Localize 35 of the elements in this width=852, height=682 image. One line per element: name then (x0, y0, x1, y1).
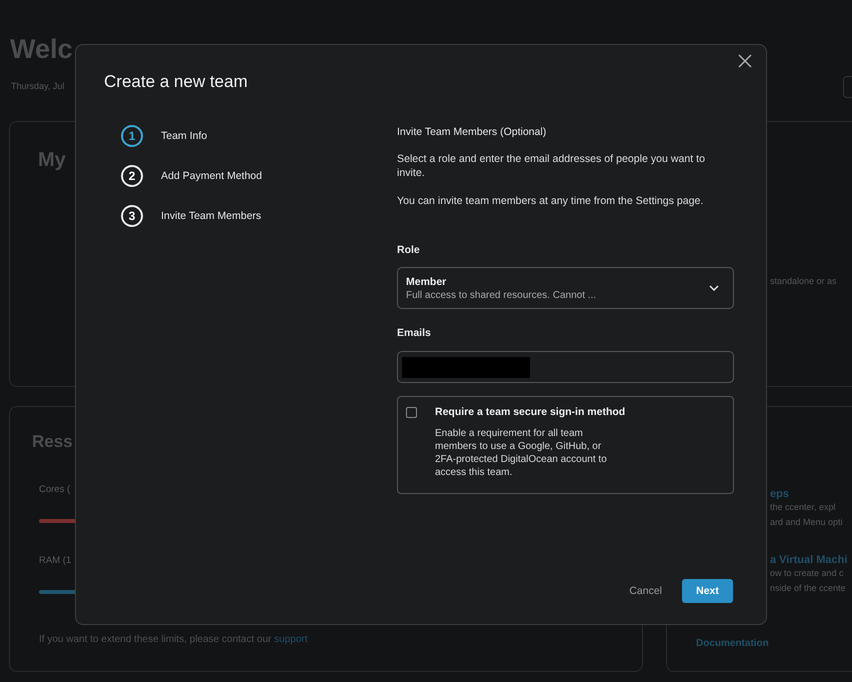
description-text: You can invite team members at any time from the Settings page. (397, 194, 704, 208)
doc-text: ow to create and c (770, 567, 844, 580)
doc-text: the ccenter, expl (770, 501, 836, 514)
cancel-button[interactable]: Cancel (623, 581, 668, 601)
next-button[interactable]: Next (682, 579, 733, 603)
emails-field[interactable] (397, 351, 734, 383)
meter-label: RAM (1 (39, 555, 72, 566)
role-value: Member (406, 276, 448, 288)
step-label[interactable]: Invite Team Members (161, 210, 262, 222)
chevron-icon (709, 285, 719, 291)
limits-note: If you want to extend these limits, please contact our support (39, 634, 308, 645)
card-text: standalone or as (770, 276, 837, 286)
step-number: 2 (121, 165, 143, 187)
card-title: My (38, 149, 66, 172)
role-select[interactable]: Member Full access to shared resources. Cannot ... (397, 267, 734, 309)
step-number: 3 (121, 205, 143, 227)
field-label: Role (397, 244, 421, 256)
date-text: Thursday, Jul (11, 81, 64, 91)
checkbox[interactable] (406, 407, 417, 418)
doc-text: ard and Menu opti (770, 516, 843, 529)
description-text: Select a role and enter the email addresses of people you want to invite. (397, 152, 706, 180)
meter-label: Cores ( (39, 484, 70, 495)
page-heading: Welc (10, 34, 73, 65)
doc-text: nside of the ccente (770, 582, 846, 595)
step-number: 1 (121, 125, 143, 147)
card-title: Ress (32, 432, 73, 452)
checkbox-label: Require a team secure sign-in method (435, 406, 626, 418)
role-description: Full access to shared resources. Cannot ... (406, 290, 596, 300)
step-label[interactable]: Team Info (161, 130, 208, 142)
checkbox-description: Enable a requirement for all team members to use a Google, GitHub, or 2FA-protected DigitalOcean account to access this team. (435, 427, 608, 479)
step-label[interactable]: Add Payment Method (161, 170, 262, 182)
modal-title: Create a new team (104, 72, 249, 92)
section-title: Invite Team Members (Optional) (397, 126, 548, 138)
field-label: Emails (397, 327, 432, 339)
close-icon[interactable] (738, 54, 752, 68)
